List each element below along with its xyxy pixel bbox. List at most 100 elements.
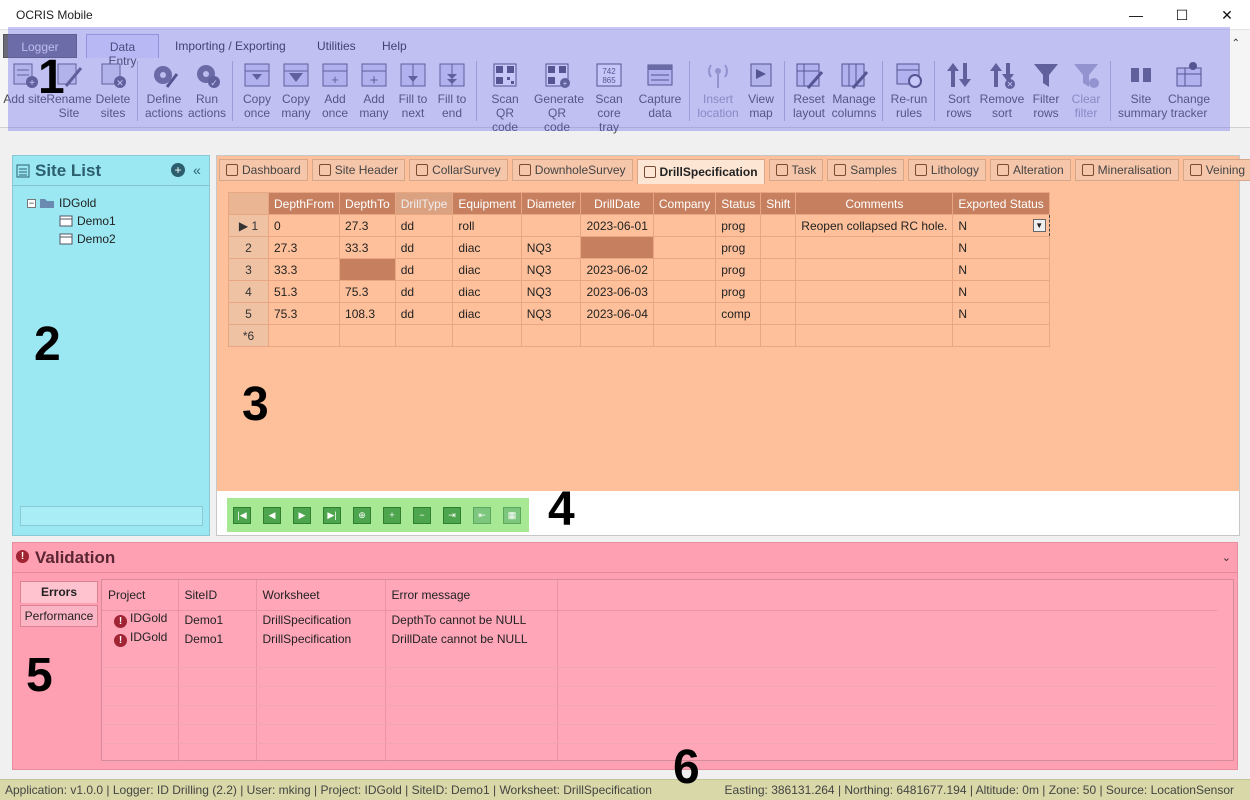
grid-cell[interactable]: 108.3 xyxy=(339,302,396,325)
column-header[interactable]: Error message xyxy=(385,580,558,611)
tab-collarsurvey[interactable]: CollarSurvey xyxy=(409,159,508,181)
row-header[interactable]: 3 xyxy=(228,258,269,281)
tab-lithology[interactable]: Lithology xyxy=(907,159,986,181)
tab-task[interactable]: Task xyxy=(768,159,824,181)
error-cell[interactable]: DrillSpecification xyxy=(256,610,386,629)
error-cell[interactable]: Demo1 xyxy=(178,629,257,648)
column-header[interactable]: Worksheet xyxy=(256,580,386,611)
tree-node-site[interactable]: Demo1 xyxy=(27,212,116,230)
column-header[interactable]: Diameter xyxy=(520,192,582,215)
grid-cell[interactable] xyxy=(267,324,341,347)
grid-cell[interactable]: N xyxy=(952,258,1050,281)
tab-performance[interactable]: Performance xyxy=(20,605,98,627)
grid-cell[interactable] xyxy=(952,324,1050,347)
grid-cell[interactable] xyxy=(715,324,762,347)
first-record-icon[interactable]: |◀ xyxy=(233,507,251,524)
prev-record-icon[interactable]: ◀ xyxy=(263,507,281,524)
grid-cell[interactable]: Reopen collapsed RC hole. xyxy=(795,214,954,237)
grid-cell[interactable] xyxy=(795,258,954,281)
grid-cell[interactable]: diac xyxy=(452,258,522,281)
table-row[interactable]: 4 51.3 75.3 dd diac NQ3 2023-06-03 prog N xyxy=(228,280,1050,303)
grid-cell[interactable]: NQ3 xyxy=(520,236,582,259)
add-copy-icon[interactable]: ⊕ xyxy=(353,507,371,524)
column-header[interactable]: Comments xyxy=(795,192,954,215)
grid-cell[interactable] xyxy=(652,302,717,325)
table-row[interactable]: 3 33.3 dd diac NQ3 2023-06-02 prog N xyxy=(228,258,1050,281)
row-header[interactable]: 4 xyxy=(228,280,269,303)
grid-cell[interactable] xyxy=(652,280,717,303)
grid-cell[interactable] xyxy=(760,280,797,303)
grid-cell[interactable] xyxy=(652,258,717,281)
grid-cell[interactable]: dd xyxy=(394,214,454,237)
grid-cell[interactable] xyxy=(652,324,717,347)
grid-cell[interactable]: dd xyxy=(394,236,454,259)
column-header[interactable]: Equipment xyxy=(452,192,522,215)
grid-cell[interactable] xyxy=(760,324,797,347)
row-header[interactable]: 2 xyxy=(228,236,269,259)
grid-cell[interactable]: 2023-06-02 xyxy=(580,258,654,281)
error-cell[interactable]: ! IDGold xyxy=(102,610,179,629)
tab-mineralisation[interactable]: Mineralisation xyxy=(1074,159,1179,181)
error-cell[interactable]: DrillSpecification xyxy=(256,629,386,648)
error-cell[interactable]: DrillDate cannot be NULL xyxy=(385,629,558,648)
grid-cell[interactable]: 2023-06-01 xyxy=(580,214,654,237)
plus-circle-icon[interactable]: + xyxy=(170,162,186,178)
row-header-corner[interactable] xyxy=(228,192,269,215)
add-record-icon[interactable]: + xyxy=(383,507,401,524)
grid-cell[interactable]: 27.3 xyxy=(339,214,396,237)
grid-cell[interactable]: 2023-06-04 xyxy=(580,302,654,325)
grid-export-icon[interactable]: ▦ xyxy=(503,507,521,524)
grid-cell[interactable]: prog xyxy=(715,280,762,303)
grid-cell[interactable] xyxy=(520,214,582,237)
grid-cell[interactable] xyxy=(339,258,396,281)
grid-cell[interactable]: N xyxy=(952,236,1050,259)
tab-errors[interactable]: Errors xyxy=(20,581,98,603)
tab-site header[interactable]: Site Header xyxy=(311,159,406,181)
last-record-icon[interactable]: ▶| xyxy=(323,507,341,524)
column-header[interactable]: SiteID xyxy=(178,580,257,611)
grid-cell[interactable] xyxy=(580,324,654,347)
grid-cell[interactable]: diac xyxy=(452,236,522,259)
table-row[interactable]: ▶ 1 0 27.3 dd roll 2023-06-01 prog Reopen colla… xyxy=(228,214,1050,237)
grid-cell[interactable]: 33.3 xyxy=(267,258,341,281)
grid-cell[interactable]: roll xyxy=(452,214,522,237)
tab-alteration[interactable]: Alteration xyxy=(989,159,1071,181)
import-icon[interactable]: ⇤ xyxy=(473,507,491,524)
grid-cell[interactable] xyxy=(652,236,717,259)
grid-cell[interactable]: 75.3 xyxy=(339,280,396,303)
grid-cell[interactable]: diac xyxy=(452,302,522,325)
grid-cell[interactable] xyxy=(580,236,654,259)
collapse-node-icon[interactable]: − xyxy=(27,198,36,208)
grid-cell[interactable] xyxy=(795,236,954,259)
new-row[interactable]: *6 xyxy=(228,324,1050,347)
table-row[interactable]: 5 75.3 108.3 dd diac NQ3 2023-06-04 comp N xyxy=(228,302,1050,325)
tree-node-project[interactable]: − IDGold xyxy=(27,194,116,212)
row-header[interactable]: *6 xyxy=(228,324,269,347)
collapse-site-list-button[interactable]: « xyxy=(193,162,201,178)
column-header[interactable]: DepthTo xyxy=(339,192,396,215)
error-row[interactable]: ! IDGold Demo1 DrillSpecification DrillDate … xyxy=(102,629,1217,648)
table-row[interactable]: 2 27.3 33.3 dd diac NQ3 prog N xyxy=(228,236,1050,259)
export-icon[interactable]: ⇥ xyxy=(443,507,461,524)
grid-cell[interactable] xyxy=(652,214,717,237)
grid-cell[interactable]: NQ3 xyxy=(520,258,582,281)
chevron-down-icon[interactable]: ⌄ xyxy=(1222,551,1231,564)
next-record-icon[interactable]: ▶ xyxy=(293,507,311,524)
column-header[interactable]: Status xyxy=(715,192,762,215)
grid-cell[interactable]: diac xyxy=(452,280,522,303)
grid-cell[interactable]: 0 xyxy=(267,214,341,237)
error-cell[interactable]: Demo1 xyxy=(178,610,257,629)
dropdown-icon[interactable]: ▼ xyxy=(1032,219,1046,232)
grid-cell[interactable]: 27.3 xyxy=(267,236,341,259)
grid-cell[interactable]: dd xyxy=(394,302,454,325)
column-header[interactable]: Exported Status xyxy=(952,192,1050,215)
grid-cell[interactable]: dd xyxy=(394,258,454,281)
column-header[interactable]: DrillDate xyxy=(580,192,654,215)
grid-cell[interactable]: 33.3 xyxy=(339,236,396,259)
close-button[interactable]: ✕ xyxy=(1204,0,1250,30)
grid-cell[interactable] xyxy=(795,302,954,325)
site-filter-input[interactable] xyxy=(20,506,203,526)
grid-cell[interactable]: prog xyxy=(715,214,762,237)
grid-cell[interactable]: NQ3 xyxy=(520,280,582,303)
row-header[interactable]: ▶ 1 xyxy=(228,214,269,237)
